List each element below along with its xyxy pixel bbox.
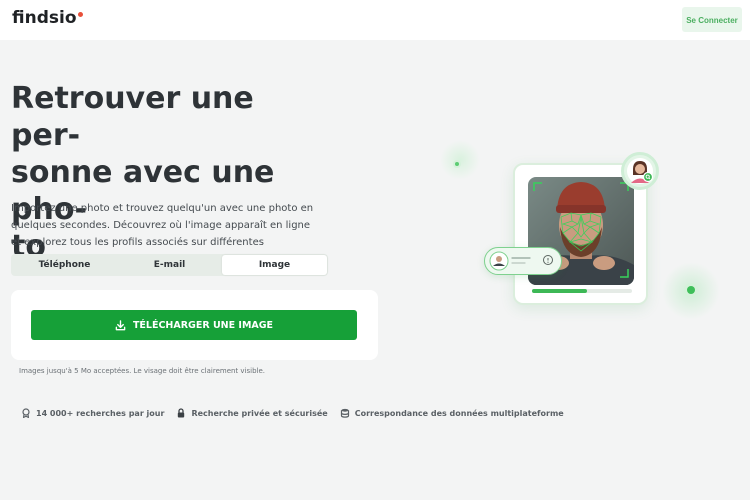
award-icon xyxy=(22,408,30,418)
upload-button-label: TÉLÉCHARGER UNE IMAGE xyxy=(132,319,274,331)
database-icon xyxy=(340,408,349,418)
upload-card: TÉLÉCHARGER UNE IMAGE xyxy=(11,290,378,360)
decorative-dot-icon xyxy=(684,283,698,297)
search-type-tabs: Téléphone E-mail Image xyxy=(11,254,328,276)
top-header: findsio Se Connecter xyxy=(0,0,750,40)
logo-text: findsio xyxy=(12,8,77,28)
decorative-dot-icon xyxy=(453,160,461,168)
login-button[interactable]: Se Connecter xyxy=(682,7,742,32)
feature-item: 14 000+ recherches par jour xyxy=(21,408,164,418)
feature-text: Recherche privée et sécurisée xyxy=(191,408,328,418)
tab-label: Image xyxy=(258,260,291,270)
feature-item: Correspondance des données multiplatefor… xyxy=(340,408,564,418)
face-scan-illustration xyxy=(440,140,740,340)
logo-dot-icon xyxy=(75,9,85,19)
upload-icon xyxy=(115,319,126,330)
avatar-badge xyxy=(621,152,659,190)
lock-icon xyxy=(178,408,185,418)
upload-note: Images jusqu'à 5 Mo acceptées. Le visage… xyxy=(19,367,266,375)
tab-telephone[interactable]: Téléphone xyxy=(12,255,117,275)
features-row: 14 000+ recherches par jour Recherche pr… xyxy=(21,408,564,418)
upload-image-button[interactable]: TÉLÉCHARGER UNE IMAGE xyxy=(31,310,357,340)
tab-email[interactable]: E-mail xyxy=(117,255,222,275)
tab-label: Téléphone xyxy=(38,260,91,270)
tab-image[interactable]: Image xyxy=(222,255,327,275)
feature-item: Recherche privée et sécurisée xyxy=(176,408,328,418)
tab-label: E-mail xyxy=(153,260,186,270)
scan-progress-fill xyxy=(532,289,587,293)
feature-text: Correspondance des données multiplatefor… xyxy=(354,408,564,418)
findsio-logo[interactable]: findsio xyxy=(12,8,85,28)
scan-progress-bar xyxy=(532,289,632,293)
feature-text: 14 000+ recherches par jour xyxy=(36,408,165,418)
profile-match-bubble xyxy=(484,247,562,275)
